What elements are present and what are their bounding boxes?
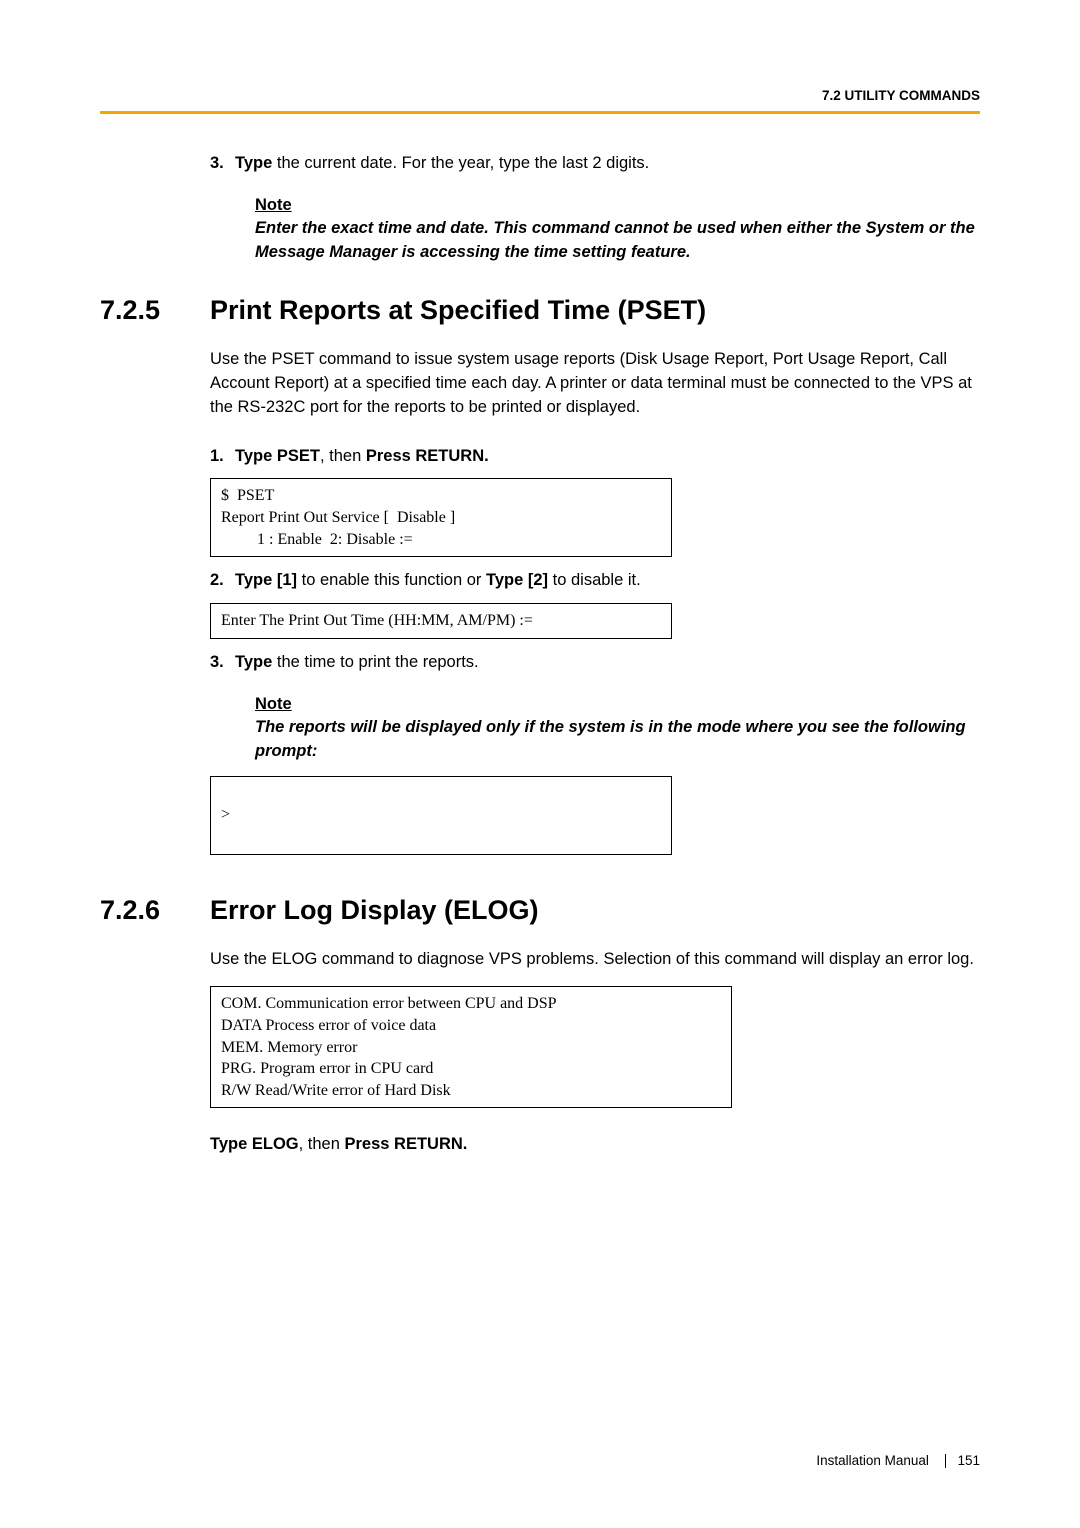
step-2: 2. Type [1] to enable this function or T…	[210, 569, 980, 593]
heading-number: 7.2.6	[100, 895, 210, 926]
note-heading: Note	[255, 695, 292, 714]
note-text: The reports will be displayed only if th…	[255, 716, 980, 764]
step-body: Type PSET, then Press RETURN.	[235, 445, 980, 469]
step-3: 3. Type the time to print the reports.	[210, 651, 980, 675]
heading-title: Error Log Display (ELOG)	[210, 895, 539, 926]
header-section-label: 7.2 UTILITY COMMANDS	[100, 88, 980, 103]
note-heading: Note	[255, 196, 292, 215]
footer: Installation Manual 151	[816, 1453, 980, 1468]
step2-d: to disable it.	[548, 571, 641, 589]
step2-c: Type [2]	[486, 571, 548, 589]
intro-725: Use the PSET command to issue system usa…	[210, 348, 980, 420]
page: 7.2 UTILITY COMMANDS 3. Type the current…	[0, 0, 1080, 1528]
elog-a: Type ELOG	[210, 1135, 299, 1153]
footer-page: 151	[957, 1453, 980, 1468]
ol-number: 3.	[210, 651, 235, 675]
step2-b: to enable this function or	[297, 571, 486, 589]
section-725-body: Use the PSET command to issue system usa…	[210, 348, 980, 855]
step-lead-bold: Type	[235, 154, 272, 172]
code-box-prompt: >	[210, 776, 672, 855]
step1-a: Type PSET	[235, 447, 320, 465]
elog-b: Press RETURN.	[345, 1135, 468, 1153]
ol-number: 2.	[210, 569, 235, 593]
step-3-top: 3. Type the current date. For the year, …	[210, 152, 980, 176]
intro-726: Use the ELOG command to diagnose VPS pro…	[210, 948, 980, 972]
ol-number: 1.	[210, 445, 235, 469]
header-rule	[100, 111, 980, 114]
ol-number: 3.	[210, 152, 235, 176]
step-body: Type the time to print the reports.	[235, 651, 980, 675]
step-rest: the current date. For the year, type the…	[272, 154, 649, 172]
elog-mid: , then	[299, 1135, 345, 1153]
heading-number: 7.2.5	[100, 295, 210, 326]
code-box-time: Enter The Print Out Time (HH:MM, AM/PM) …	[210, 603, 672, 639]
note-text: Enter the exact time and date. This comm…	[255, 217, 980, 265]
note-block-725: Note The reports will be displayed only …	[255, 695, 980, 764]
step-body: Type [1] to enable this function or Type…	[235, 569, 980, 593]
section-726-body: Use the ELOG command to diagnose VPS pro…	[210, 948, 980, 1158]
step1-b: Press RETURN.	[366, 447, 489, 465]
step-elog: Type ELOG, then Press RETURN.	[210, 1133, 980, 1157]
heading-725: 7.2.5 Print Reports at Specified Time (P…	[100, 295, 980, 326]
step2-a: Type [1]	[235, 571, 297, 589]
step-body: Type the current date. For the year, typ…	[235, 152, 980, 176]
note-block-top: Note Enter the exact time and date. This…	[255, 196, 980, 265]
body-area: 3. Type the current date. For the year, …	[210, 152, 980, 265]
step3-b: the time to print the reports.	[272, 653, 478, 671]
heading-title: Print Reports at Specified Time (PSET)	[210, 295, 706, 326]
footer-divider	[945, 1454, 946, 1468]
step-1: 1. Type PSET, then Press RETURN.	[210, 445, 980, 469]
code-box-pset: $ PSET Report Print Out Service [ Disabl…	[210, 478, 672, 557]
footer-label: Installation Manual	[816, 1453, 929, 1468]
code-box-elog: COM. Communication error between CPU and…	[210, 986, 732, 1108]
heading-726: 7.2.6 Error Log Display (ELOG)	[100, 895, 980, 926]
step3-a: Type	[235, 653, 272, 671]
step1-mid: , then	[320, 447, 366, 465]
